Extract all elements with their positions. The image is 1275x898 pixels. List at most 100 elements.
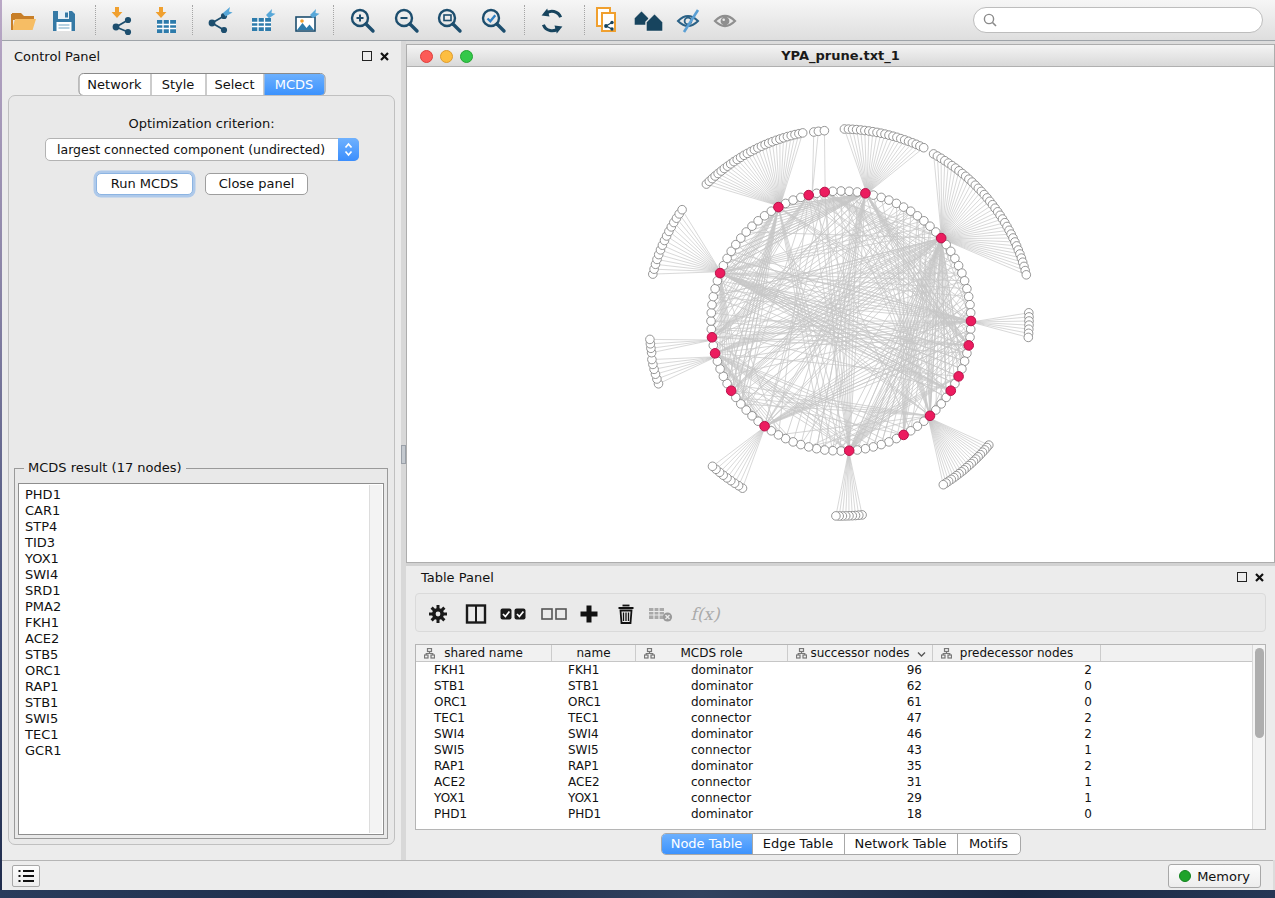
task-history-button[interactable]	[12, 865, 40, 887]
mcds-list-scrollbar[interactable]	[369, 485, 382, 833]
zoom-out-icon[interactable]	[390, 6, 424, 36]
table-row[interactable]: SWI4SWI4dominator462	[416, 726, 1254, 742]
table-row[interactable]: YOX1YOX1connector291	[416, 790, 1254, 806]
add-column-icon[interactable]	[575, 601, 603, 627]
mcds-result-item[interactable]: GCR1	[19, 743, 383, 759]
mcds-result-item[interactable]: RAP1	[19, 679, 383, 695]
delete-column-icon[interactable]	[612, 601, 640, 627]
mcds-result-item[interactable]: STP4	[19, 519, 383, 535]
mcds-result-item[interactable]: TEC1	[19, 727, 383, 743]
cell: dominator	[636, 726, 788, 742]
mcds-result-item[interactable]: SWI5	[19, 711, 383, 727]
mcds-result-item[interactable]: CAR1	[19, 503, 383, 519]
mcds-result-item[interactable]: ACE2	[19, 631, 383, 647]
desktop-edge-bottom	[0, 890, 1275, 898]
column-header-name[interactable]: name	[552, 645, 636, 661]
tab-network-table[interactable]: Network Table	[845, 834, 958, 854]
tab-node-table[interactable]: Node Table	[662, 834, 753, 854]
table-panel: Table Panel	[406, 566, 1275, 860]
table-row[interactable]: ORC1ORC1dominator610	[416, 694, 1254, 710]
import-network-icon[interactable]	[105, 6, 139, 36]
hide-panel-icon[interactable]	[673, 6, 707, 36]
column-header-MCDS-role[interactable]: MCDS role	[636, 645, 788, 661]
mcds-result-item[interactable]: YOX1	[19, 551, 383, 567]
zoom-in-icon[interactable]	[346, 6, 380, 36]
close-icon[interactable]	[1254, 572, 1265, 583]
cell: connector	[636, 742, 788, 758]
show-columns-icon[interactable]	[462, 601, 490, 627]
cell: dominator	[636, 758, 788, 774]
mcds-result-item[interactable]: SRD1	[19, 583, 383, 599]
cell: FKH1	[552, 662, 636, 678]
cell: 2	[933, 726, 1101, 742]
table-row[interactable]: TEC1TEC1connector472	[416, 710, 1254, 726]
zoom-fit-icon[interactable]	[433, 6, 467, 36]
table-row[interactable]: SWI5SWI5connector431	[416, 742, 1254, 758]
mcds-result-item[interactable]: TID3	[19, 535, 383, 551]
delete-table-icon[interactable]	[647, 601, 675, 627]
cell: 1	[933, 742, 1101, 758]
cell: SWI4	[552, 726, 636, 742]
cell: dominator	[636, 694, 788, 710]
network-titlebar[interactable]: YPA_prune.txt_1	[407, 45, 1274, 67]
close-panel-button[interactable]: Close panel	[205, 173, 308, 195]
export-table-icon[interactable]	[246, 6, 280, 36]
tab-motifs[interactable]: Motifs	[958, 834, 1020, 854]
tab-mcds[interactable]: MCDS	[264, 74, 324, 95]
search-field[interactable]	[973, 7, 1263, 33]
select-all-checkboxes-icon[interactable]	[499, 601, 527, 627]
mcds-result-item[interactable]: STB5	[19, 647, 383, 663]
column-header-predecessor-nodes[interactable]: predecessor nodes	[933, 645, 1101, 661]
export-network-icon[interactable]	[202, 6, 236, 36]
cell: YOX1	[552, 790, 636, 806]
memory-button[interactable]: Memory	[1168, 864, 1261, 888]
toolbar-separator	[192, 5, 193, 35]
save-session-icon[interactable]	[47, 6, 81, 36]
cell: 96	[788, 662, 933, 678]
mcds-result-item[interactable]: SWI4	[19, 567, 383, 583]
optimization-criterion-dropdown[interactable]: largest connected component (undirected)	[45, 138, 359, 161]
cell: 1	[933, 774, 1101, 790]
float-icon[interactable]	[362, 51, 372, 61]
table-row[interactable]: FKH1FKH1dominator962	[416, 662, 1254, 678]
network-document-icon[interactable]	[590, 6, 624, 36]
float-icon[interactable]	[1237, 572, 1247, 582]
deselect-checkboxes-icon[interactable]	[540, 601, 568, 627]
close-icon[interactable]	[379, 51, 390, 62]
tab-style[interactable]: Style	[151, 74, 206, 95]
function-builder-icon[interactable]: f(x)	[685, 601, 725, 627]
cell: 2	[933, 662, 1101, 678]
tab-select[interactable]: Select	[206, 74, 264, 95]
table-scrollbar[interactable]	[1252, 645, 1265, 829]
network-canvas[interactable]	[407, 67, 1274, 562]
tab-network[interactable]: Network	[79, 74, 151, 95]
table-scrollbar-thumb[interactable]	[1255, 648, 1264, 738]
import-table-icon[interactable]	[149, 6, 183, 36]
home-icon[interactable]	[633, 6, 667, 36]
search-input[interactable]	[1003, 10, 1262, 30]
mcds-result-item[interactable]: PMA2	[19, 599, 383, 615]
run-mcds-button[interactable]: Run MCDS	[96, 173, 193, 195]
cell: 35	[788, 758, 933, 774]
zoom-selected-icon[interactable]	[477, 6, 511, 36]
mcds-result-item[interactable]: FKH1	[19, 615, 383, 631]
mcds-result-item[interactable]: PHD1	[19, 487, 383, 503]
cell: PHD1	[552, 806, 636, 822]
cell: 18	[788, 806, 933, 822]
tab-edge-table[interactable]: Edge Table	[753, 834, 845, 854]
cell: PHD1	[416, 806, 552, 822]
refresh-icon[interactable]	[535, 6, 569, 36]
status-bar: Memory	[2, 860, 1273, 890]
column-header-shared-name[interactable]: shared name	[416, 645, 552, 661]
export-image-icon[interactable]	[290, 6, 324, 36]
settings-gear-icon[interactable]	[424, 601, 452, 627]
column-header-successor-nodes[interactable]: successor nodes	[788, 645, 933, 661]
table-row[interactable]: ACE2ACE2connector311	[416, 774, 1254, 790]
open-file-icon[interactable]	[6, 6, 40, 36]
table-row[interactable]: PHD1PHD1dominator180	[416, 806, 1254, 822]
table-row[interactable]: STB1STB1dominator620	[416, 678, 1254, 694]
show-panel-icon[interactable]	[710, 6, 744, 36]
table-row[interactable]: RAP1RAP1dominator352	[416, 758, 1254, 774]
mcds-result-item[interactable]: STB1	[19, 695, 383, 711]
mcds-result-item[interactable]: ORC1	[19, 663, 383, 679]
